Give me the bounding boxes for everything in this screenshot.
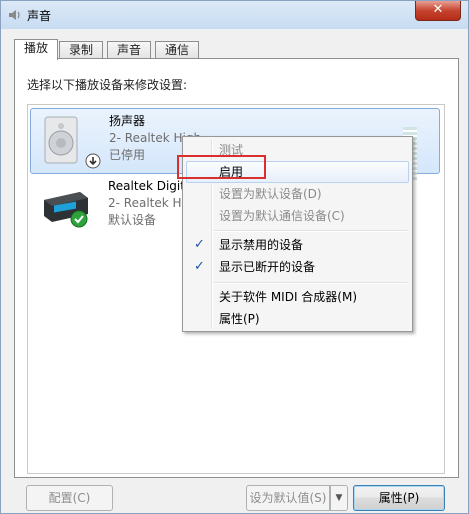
menu-item-show-disconnected[interactable]: ✓ 显示已断开的设备	[186, 256, 409, 278]
disabled-badge-icon	[85, 153, 101, 169]
sound-dialog: 声音 ✕ 播放 录制 声音 通信 选择以下播放设备来修改设置: 扬声器 2- R…	[0, 0, 469, 514]
button-label: 设为默认值(S)	[249, 491, 327, 505]
button-label: 属性(P)	[378, 491, 420, 505]
set-default-button[interactable]: 设为默认值(S)	[246, 485, 330, 511]
tab-label: 播放	[23, 41, 48, 55]
menu-item-label: 设置为默认设备(D)	[219, 187, 322, 201]
window-title: 声音	[27, 9, 52, 23]
set-default-dropdown[interactable]: ▼	[330, 485, 348, 511]
menu-item-label: 设置为默认通信设备(C)	[219, 209, 345, 223]
menu-item-set-default[interactable]: 设置为默认设备(D)	[186, 183, 409, 205]
menu-item-set-default-comm[interactable]: 设置为默认通信设备(C)	[186, 205, 409, 227]
checkmark-icon: ✓	[194, 259, 205, 274]
menu-item-label: 属性(P)	[219, 312, 260, 326]
tab-label: 声音	[116, 43, 141, 57]
tab-communications[interactable]: 通信	[155, 41, 199, 59]
checkmark-icon: ✓	[194, 237, 205, 252]
tab-label: 通信	[164, 43, 189, 57]
close-button[interactable]: ✕	[415, 1, 461, 21]
tab-label: 录制	[68, 43, 93, 57]
tab-playback[interactable]: 播放	[14, 39, 58, 60]
close-icon: ✕	[432, 2, 444, 17]
properties-button[interactable]: 属性(P)	[353, 485, 445, 511]
default-check-icon	[70, 210, 88, 228]
tab-sounds[interactable]: 声音	[107, 41, 151, 59]
tab-recording[interactable]: 录制	[59, 41, 103, 59]
menu-item-show-disabled[interactable]: ✓ 显示禁用的设备	[186, 234, 409, 256]
highlight-annotation	[177, 155, 266, 179]
chevron-down-icon: ▼	[335, 493, 343, 503]
menu-item-about-midi[interactable]: 关于软件 MIDI 合成器(M)	[186, 286, 409, 308]
menu-item-properties[interactable]: 属性(P)	[186, 308, 409, 330]
device-name: 扬声器	[109, 114, 146, 128]
menu-item-label: 关于软件 MIDI 合成器(M)	[219, 290, 358, 304]
instruction-text: 选择以下播放设备来修改设置:	[27, 78, 188, 92]
sound-app-icon	[9, 10, 20, 20]
title-bar: 声音 ✕	[1, 1, 468, 29]
menu-item-label: 显示禁用的设备	[219, 238, 304, 252]
menu-item-label: 显示已断开的设备	[219, 260, 316, 274]
menu-separator	[214, 282, 407, 284]
menu-separator	[214, 230, 407, 232]
button-label: 配置(C)	[48, 491, 91, 505]
configure-button[interactable]: 配置(C)	[26, 485, 113, 511]
